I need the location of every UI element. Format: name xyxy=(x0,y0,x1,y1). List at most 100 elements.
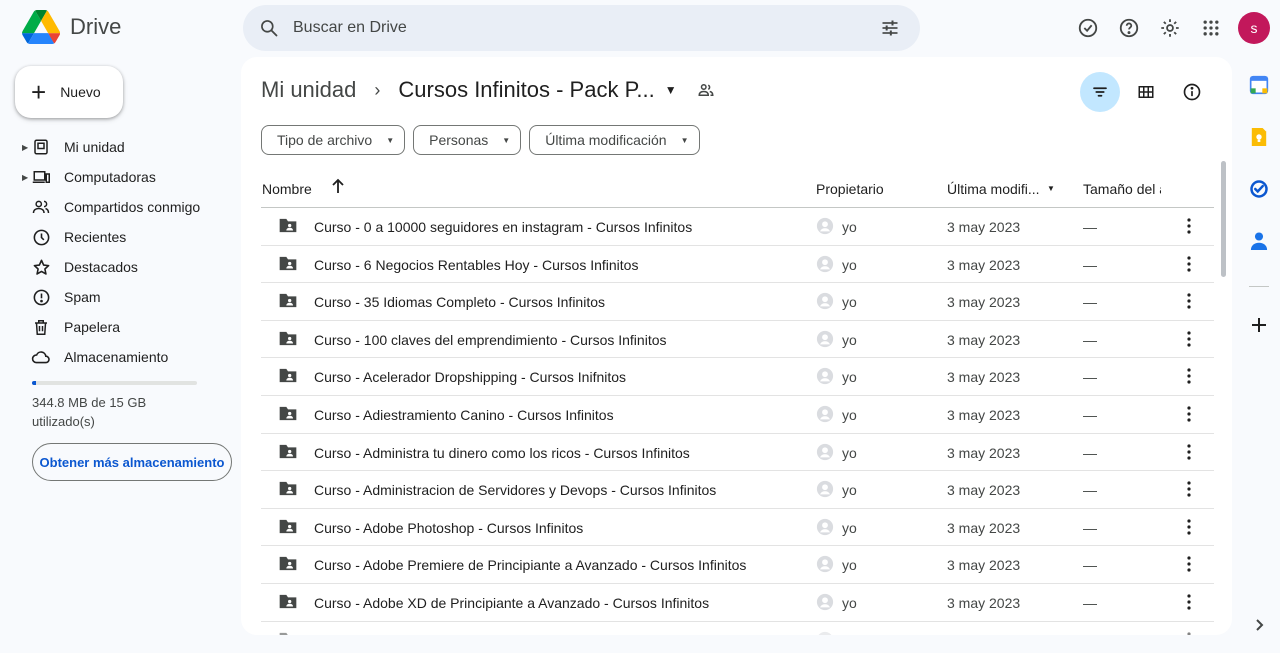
column-header-name[interactable]: Nombre xyxy=(262,181,312,197)
file-list: Curso - 0 a 10000 seguidores en instagra… xyxy=(261,208,1214,635)
table-row[interactable]: Curso - 0 a 10000 seguidores en instagra… xyxy=(261,208,1214,246)
contacts-app-icon[interactable] xyxy=(1246,228,1272,254)
file-name[interactable]: Curso - 0 a 10000 seguidores en instagra… xyxy=(314,219,692,235)
more-actions-icon[interactable] xyxy=(1179,216,1199,236)
sidebar-item-recent[interactable]: Recientes xyxy=(0,222,240,252)
shared-folder-icon xyxy=(278,593,298,611)
more-actions-icon[interactable] xyxy=(1179,329,1199,349)
shared-folder-icon xyxy=(278,443,298,461)
shared-folder-icon xyxy=(278,292,298,310)
file-size: — xyxy=(1083,482,1097,499)
more-actions-icon[interactable] xyxy=(1179,404,1199,424)
more-actions-icon[interactable] xyxy=(1179,630,1199,635)
column-header-size[interactable]: Tamaño del a xyxy=(1083,181,1161,197)
keep-app-icon[interactable] xyxy=(1246,124,1272,150)
file-name[interactable]: Curso - Adobe Premiere de Principiante a… xyxy=(314,557,746,573)
file-size: — xyxy=(1083,519,1097,536)
file-name[interactable]: Curso - Administra tu dinero como los ri… xyxy=(314,445,690,461)
table-row[interactable]: Curso - 35 Idiomas Completo - Cursos Inf… xyxy=(261,283,1214,321)
file-owner: yo xyxy=(842,369,857,386)
table-row[interactable]: Curso - Adiestramiento Canino - Cursos I… xyxy=(261,396,1214,434)
more-actions-icon[interactable] xyxy=(1179,592,1199,612)
breadcrumb-root[interactable]: Mi unidad xyxy=(261,77,356,103)
file-modified-date: 3 may 2023 xyxy=(947,444,1021,461)
table-row[interactable]: Curso - Adobe Photoshop - Cursos Infinit… xyxy=(261,509,1214,547)
file-name[interactable]: Curso - 6 Negocios Rentables Hoy - Curso… xyxy=(314,257,638,273)
column-header-modified[interactable]: Última modifi... xyxy=(947,181,1040,197)
apps-grid-icon[interactable] xyxy=(1191,8,1231,48)
table-row[interactable]: Curso - 100 claves del emprendimiento - … xyxy=(261,321,1214,359)
table-row[interactable]: Curso - Alia Clicks - Cursos Infinitos yo… xyxy=(261,622,1214,635)
more-actions-icon[interactable] xyxy=(1179,442,1199,462)
settings-gear-icon[interactable] xyxy=(1150,8,1190,48)
filter-chip-people[interactable]: Personas ▼ xyxy=(413,125,522,155)
file-modified-date: 3 may 2023 xyxy=(947,482,1021,499)
more-actions-icon[interactable] xyxy=(1179,366,1199,386)
account-avatar[interactable]: s xyxy=(1238,12,1270,44)
filter-chip-modified[interactable]: Última modificación ▼ xyxy=(529,125,700,155)
owner-avatar-icon xyxy=(816,593,834,611)
file-name[interactable]: Curso - Alia Clicks - Cursos Infinitos xyxy=(314,633,537,635)
tasks-app-icon[interactable] xyxy=(1246,176,1272,202)
shared-folder-icon[interactable] xyxy=(697,82,715,98)
details-info-button[interactable] xyxy=(1172,72,1212,112)
file-size: — xyxy=(1083,256,1097,273)
file-owner: yo xyxy=(842,331,857,348)
table-row[interactable]: Curso - Administracion de Servidores y D… xyxy=(261,471,1214,509)
filter-toggle-button[interactable] xyxy=(1080,72,1120,112)
file-name[interactable]: Curso - 100 claves del emprendimiento - … xyxy=(314,332,667,348)
sidebar-item-starred[interactable]: Destacados xyxy=(0,252,240,282)
file-name[interactable]: Curso - Adiestramiento Canino - Cursos I… xyxy=(314,407,614,423)
file-name[interactable]: Curso - Adobe XD de Principiante a Avanz… xyxy=(314,595,709,611)
calendar-app-icon[interactable] xyxy=(1246,72,1272,98)
more-actions-icon[interactable] xyxy=(1179,517,1199,537)
collapse-panel-chevron-icon[interactable] xyxy=(1246,612,1272,638)
get-more-storage-button[interactable]: Obtener más almacenamiento xyxy=(32,443,232,481)
sidebar-item-my-drive[interactable]: ▶ Mi unidad xyxy=(0,132,240,162)
file-size: — xyxy=(1083,633,1097,635)
table-row[interactable]: Curso - Adobe Premiere de Principiante a… xyxy=(261,546,1214,584)
sidebar-item-computers[interactable]: ▶ Computadoras xyxy=(0,162,240,192)
file-name[interactable]: Curso - Acelerador Dropshipping - Cursos… xyxy=(314,369,626,385)
more-actions-icon[interactable] xyxy=(1179,479,1199,499)
scrollbar[interactable] xyxy=(1221,161,1226,277)
shared-folder-icon xyxy=(278,255,298,273)
new-button[interactable]: + Nuevo xyxy=(15,66,123,118)
filter-chip-file-type[interactable]: Tipo de archivo ▼ xyxy=(261,125,406,155)
file-name[interactable]: Curso - Administracion de Servidores y D… xyxy=(314,482,716,498)
table-row[interactable]: Curso - Adobe XD de Principiante a Avanz… xyxy=(261,584,1214,622)
breadcrumb-current[interactable]: Cursos Infinitos - Pack P... xyxy=(398,77,654,103)
file-name[interactable]: Curso - Adobe Photoshop - Cursos Infinit… xyxy=(314,520,583,536)
sidebar-item-spam[interactable]: Spam xyxy=(0,282,240,312)
expand-caret-icon[interactable]: ▶ xyxy=(22,173,28,182)
add-app-plus-icon[interactable] xyxy=(1246,312,1272,338)
search-bar[interactable]: Buscar en Drive xyxy=(243,5,920,51)
grid-view-button[interactable] xyxy=(1126,72,1166,112)
cloud-icon xyxy=(31,347,51,367)
expand-caret-icon[interactable]: ▶ xyxy=(22,143,28,152)
sidebar-item-label: Compartidos conmigo xyxy=(64,199,201,215)
more-actions-icon[interactable] xyxy=(1179,554,1199,574)
drive-logo[interactable]: Drive xyxy=(22,10,121,44)
main-content: Mi unidad › Cursos Infinitos - Pack P...… xyxy=(241,57,1232,635)
sidebar-item-label: Papelera xyxy=(64,319,121,335)
search-options-icon[interactable] xyxy=(866,18,914,38)
more-actions-icon[interactable] xyxy=(1179,291,1199,311)
folder-menu-caret-icon[interactable]: ▼ xyxy=(665,83,677,97)
sidebar-item-storage[interactable]: Almacenamiento xyxy=(0,342,240,372)
table-row[interactable]: Curso - Administra tu dinero como los ri… xyxy=(261,434,1214,472)
column-menu-caret-icon[interactable]: ▼ xyxy=(1047,184,1055,193)
sidebar-item-trash[interactable]: Papelera xyxy=(0,312,240,342)
sidebar-item-shared[interactable]: Compartidos conmigo xyxy=(0,192,240,222)
more-actions-icon[interactable] xyxy=(1179,254,1199,274)
search-icon[interactable] xyxy=(245,18,293,38)
offline-ready-icon[interactable] xyxy=(1068,8,1108,48)
column-header-owner[interactable]: Propietario xyxy=(816,181,884,197)
table-row[interactable]: Curso - 6 Negocios Rentables Hoy - Curso… xyxy=(261,246,1214,284)
file-name[interactable]: Curso - 35 Idiomas Completo - Cursos Inf… xyxy=(314,294,605,310)
sort-arrow-up-icon[interactable] xyxy=(331,178,345,197)
help-icon[interactable] xyxy=(1109,8,1149,48)
search-input[interactable]: Buscar en Drive xyxy=(293,19,866,37)
breadcrumb: Mi unidad › Cursos Infinitos - Pack P...… xyxy=(261,77,715,103)
table-row[interactable]: Curso - Acelerador Dropshipping - Cursos… xyxy=(261,358,1214,396)
